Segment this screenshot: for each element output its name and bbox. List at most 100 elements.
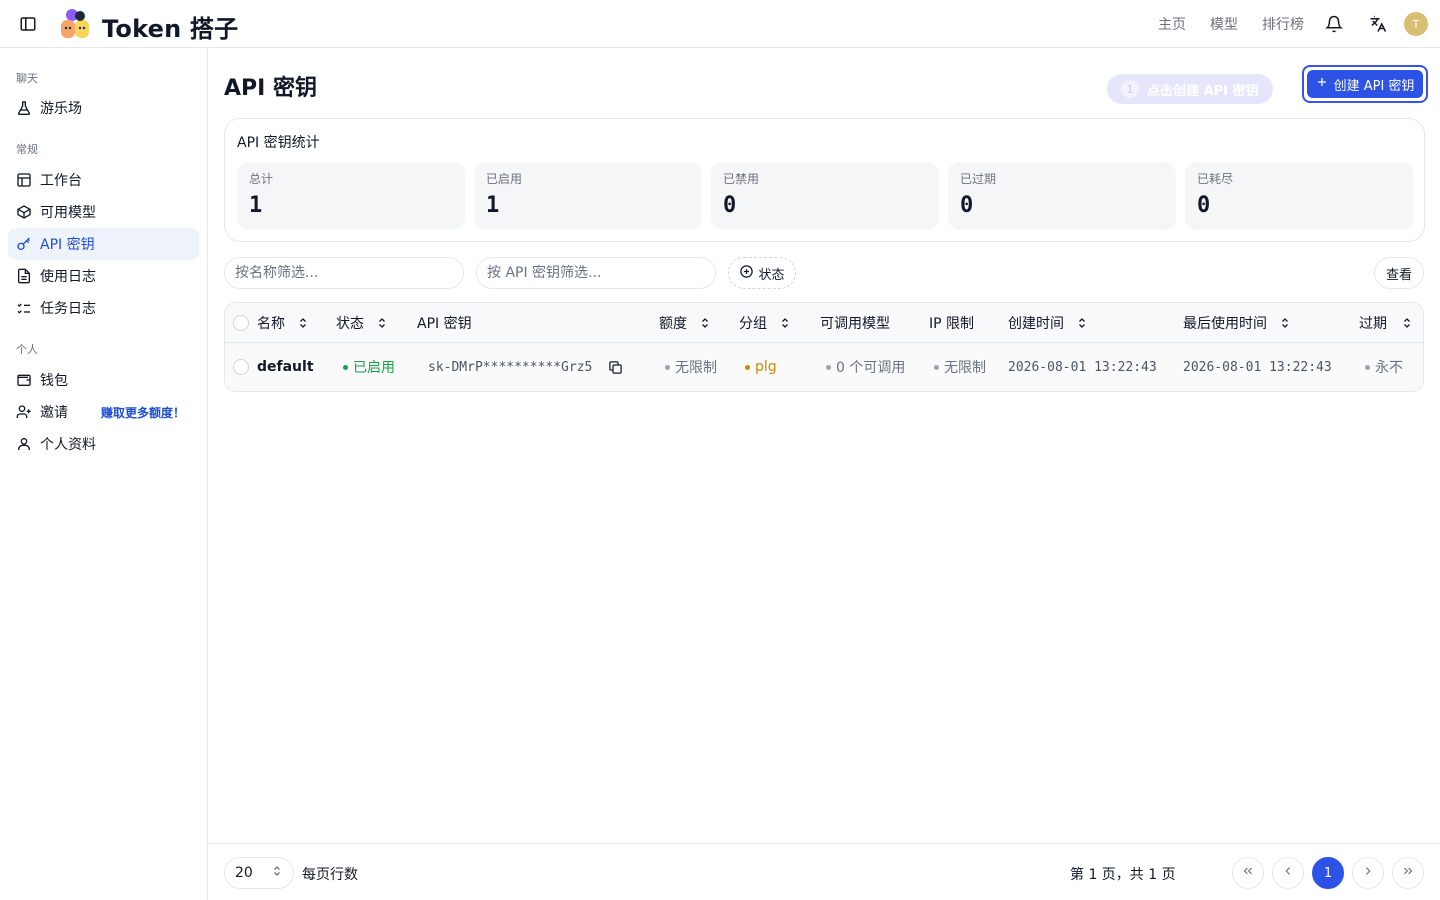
sidebar-item-playground[interactable]: 游乐场 (8, 92, 199, 124)
col-status[interactable]: 状态 (336, 303, 388, 342)
nav-home[interactable]: 主页 (1158, 14, 1186, 34)
stat-enabled: 已启用 1 (474, 162, 702, 230)
invite-promo[interactable]: 赚取更多额度！ (101, 404, 185, 421)
plus-icon (1316, 76, 1328, 92)
nav-leaderboard[interactable]: 排行榜 (1262, 14, 1304, 34)
bell-icon[interactable] (1322, 12, 1346, 36)
models-dot (826, 364, 831, 370)
chevrons-up-down-icon (271, 865, 283, 881)
sort-icon[interactable] (699, 317, 711, 329)
col-name-label: 名称 (257, 315, 285, 332)
page-button-current[interactable]: 1 (1312, 857, 1344, 889)
stat-total: 总计 1 (237, 162, 465, 230)
group-badge: plg (755, 359, 777, 375)
first-page-button[interactable] (1232, 857, 1264, 889)
col-models: 可调用模型 (820, 303, 890, 342)
avatar[interactable]: T (1404, 12, 1428, 36)
col-group[interactable]: 分组 (739, 303, 791, 342)
sidebar: 聊天 游乐场 常规 工作台 可用模型 API 密钥 使用日志 任务日志 个人 钱… (0, 48, 208, 900)
status-filter-button[interactable]: 状态 (728, 257, 796, 289)
col-models-label: 可调用模型 (820, 315, 890, 332)
box-icon (16, 204, 32, 220)
sidebar-item-invite[interactable]: 邀请 赚取更多额度！ (8, 396, 199, 428)
sidebar-item-api-keys[interactable]: API 密钥 (8, 228, 199, 260)
cell-ip: 无限制 (934, 343, 986, 391)
top-header: Token 搭子 主页 模型 排行榜 T (0, 0, 1440, 48)
group-dot (745, 364, 750, 370)
stat-label: 已启用 (486, 172, 523, 186)
layout-icon (16, 172, 32, 188)
stat-label: 总计 (249, 172, 274, 186)
key-icon (16, 236, 32, 252)
list-checks-icon (16, 300, 32, 316)
col-created[interactable]: 创建时间 (1008, 303, 1088, 342)
copy-icon[interactable] (608, 360, 623, 375)
name-filter-input[interactable] (224, 257, 464, 289)
cell-group: plg (745, 343, 777, 391)
plus-circle-icon (739, 264, 754, 283)
col-last-used-label: 最后使用时间 (1183, 315, 1267, 332)
sidebar-item-label: 钱包 (40, 373, 68, 389)
col-group-label: 分组 (739, 315, 767, 332)
page-info: 第 1 页，共 1 页 (1070, 867, 1176, 883)
sidebar-item-models[interactable]: 可用模型 (8, 196, 199, 228)
ip-badge: 无限制 (944, 360, 986, 376)
create-button-label: 创建 API 密钥 (1333, 78, 1415, 94)
stat-disabled: 已禁用 0 (711, 162, 939, 230)
col-ip: IP 限制 (929, 303, 974, 342)
sort-icon[interactable] (1279, 317, 1291, 329)
sidebar-item-profile[interactable]: 个人资料 (8, 428, 199, 460)
sort-icon[interactable] (297, 317, 309, 329)
sort-icon[interactable] (376, 317, 388, 329)
col-quota-label: 额度 (659, 315, 687, 332)
cell-api-key: sk-DMrP**********Grz5 (428, 343, 623, 391)
table-header: 名称 状态 API 密钥 额度 分组 可调用模型 IP 限制 创建时间 最后使用… (225, 303, 1423, 343)
sidebar-item-label: 使用日志 (40, 269, 96, 285)
models-badge: 0 个可调用 (836, 360, 906, 376)
stat-exhausted: 已耗尽 0 (1185, 162, 1413, 230)
sidebar-item-label: 可用模型 (40, 205, 96, 221)
stats-card: API 密钥统计 总计 1 已启用 1 已禁用 0 已过期 0 已耗尽 0 (224, 118, 1425, 242)
col-key-label: API 密钥 (417, 315, 472, 332)
view-options-button[interactable]: 查看 (1374, 257, 1424, 289)
key-filter-input[interactable] (476, 257, 716, 289)
nav-models[interactable]: 模型 (1210, 14, 1238, 34)
col-quota[interactable]: 额度 (659, 303, 711, 342)
sidebar-item-wallet[interactable]: 钱包 (8, 364, 199, 396)
sidebar-item-label: 任务日志 (40, 301, 96, 317)
brand-name[interactable]: Token 搭子 (102, 9, 238, 44)
cell-models[interactable]: 0 个可调用 (826, 343, 905, 391)
cell-status: 已启用 (343, 343, 395, 391)
last-page-button[interactable] (1392, 857, 1424, 889)
sidebar-item-task-logs[interactable]: 任务日志 (8, 292, 199, 324)
cell-expires: 永不 (1365, 343, 1403, 391)
stats-title: API 密钥统计 (237, 135, 320, 151)
col-last-used[interactable]: 最后使用时间 (1183, 303, 1291, 342)
cell-name: default (257, 359, 314, 375)
prev-page-button[interactable] (1272, 857, 1304, 889)
ip-dot (934, 364, 939, 370)
api-key-value: sk-DMrP**********Grz5 (428, 359, 593, 375)
next-page-button[interactable] (1352, 857, 1384, 889)
quota-badge: 无限制 (675, 360, 717, 376)
row-checkbox[interactable] (233, 343, 249, 391)
translate-icon[interactable] (1366, 12, 1390, 36)
page-size-select[interactable]: 20 (224, 857, 294, 889)
stat-label: 已过期 (960, 172, 997, 186)
expires-badge: 永不 (1375, 360, 1403, 376)
select-all-checkbox[interactable] (233, 303, 249, 342)
col-created-label: 创建时间 (1008, 315, 1064, 332)
status-badge: 已启用 (353, 360, 395, 376)
col-expires[interactable]: 过期 (1359, 303, 1413, 342)
sort-icon[interactable] (1401, 317, 1413, 329)
col-name[interactable]: 名称 (257, 303, 309, 342)
sidebar-item-dashboard[interactable]: 工作台 (8, 164, 199, 196)
table-row[interactable]: default 已启用 sk-DMrP**********Grz5 无限制 pl… (225, 343, 1423, 391)
create-api-key-button[interactable]: 创建 API 密钥 (1307, 70, 1423, 98)
sort-icon[interactable] (1076, 317, 1088, 329)
sidebar-toggle-icon[interactable] (16, 12, 40, 36)
sidebar-item-usage-logs[interactable]: 使用日志 (8, 260, 199, 292)
sort-icon[interactable] (779, 317, 791, 329)
onboarding-hint: 1 点击创建 API 密钥 (1107, 74, 1273, 104)
hint-text: 点击创建 API 密钥 (1147, 83, 1259, 99)
